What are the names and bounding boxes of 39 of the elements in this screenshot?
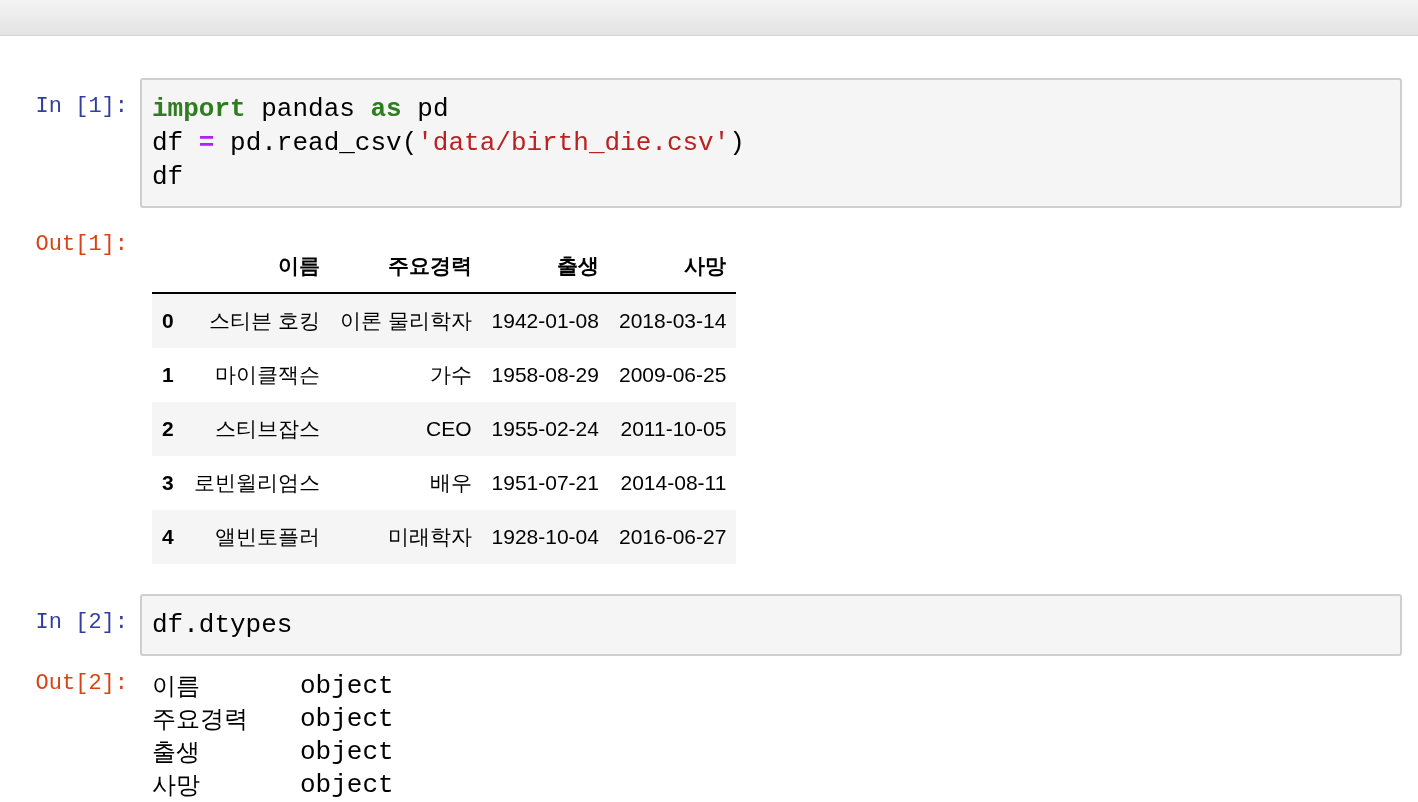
table-cell: 이론 물리학자 [329,293,482,348]
table-cell: 2014-08-11 [608,456,737,510]
table-cell: 2016-06-27 [608,510,737,564]
table-cell: 앨빈토플러 [183,510,330,564]
row-index: 4 [152,510,184,564]
input-prompt: In [2]: [35,609,129,637]
table-cell: 1942-01-08 [481,293,609,348]
table-cell: 스티븐 호킹 [183,293,330,348]
table-cell: 2009-06-25 [608,348,737,402]
output-prompt: Out[2]: [35,670,129,698]
output-prompt: Out[1]: [35,231,129,259]
table-cell: CEO [329,402,482,456]
code-cell[interactable]: import pandas as pd df = pd.read_csv('data/birth_die.csv') df [140,78,1402,208]
column-name: 출생 [152,737,201,768]
dtype-text: object [300,703,394,736]
table-cell: 2011-10-05 [608,402,737,456]
row-index: 1 [152,348,184,402]
input-prompt: In [1]: [35,93,129,121]
table-cell: 1955-02-24 [481,402,609,456]
table-cell: 스티브잡스 [183,402,330,456]
code-cell[interactable]: df.dtypes [140,594,1402,656]
table-cell: 2018-03-14 [608,293,737,348]
table-cell: 마이클잭슨 [183,348,330,402]
table-cell: 가수 [329,348,482,402]
column-name: 사망 [152,770,201,801]
row-index: 0 [152,293,184,348]
dtype-text: object [300,670,394,703]
dtype-text: object [300,736,394,769]
row-index: 3 [152,456,184,510]
table-cell: 1951-07-21 [481,456,609,510]
column-name: 이름 [152,671,201,702]
table-cell: 미래학자 [329,510,482,564]
dtype-text: object [300,769,394,802]
table-cell: 1928-10-04 [481,510,609,564]
table-cell: 로빈윌리엄스 [183,456,330,510]
table-cell: 1958-08-29 [481,348,609,402]
row-index: 2 [152,402,184,456]
table-cell: 배우 [329,456,482,510]
column-name: 주요경력 [152,704,249,735]
